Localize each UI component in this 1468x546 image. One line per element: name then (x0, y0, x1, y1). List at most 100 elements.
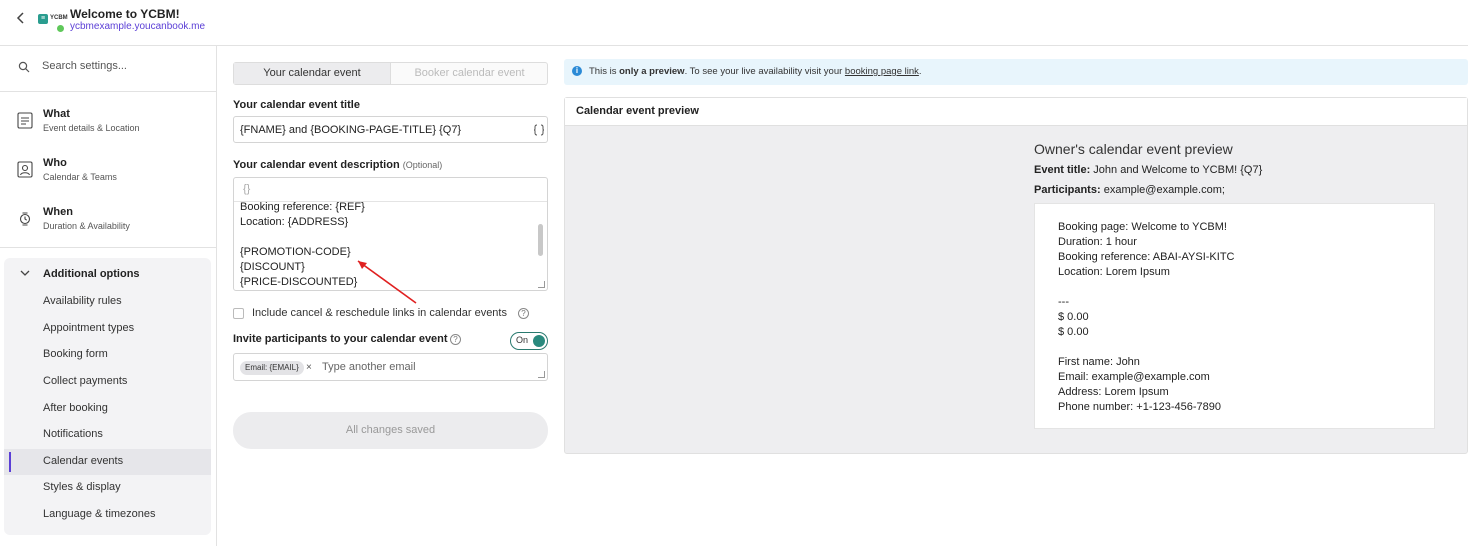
event-description-label: Your calendar event description (Optiona… (233, 159, 442, 171)
preview-header-title: Calendar event preview (576, 105, 699, 117)
event-title-preview-value: John and Welcome to YCBM! {Q7} (1093, 164, 1263, 176)
description-scrollbar[interactable] (538, 224, 543, 256)
sidebar-item-collect-payments[interactable]: Collect payments (4, 369, 211, 395)
preview-line: Booking page: Welcome to YCBM! (1058, 221, 1227, 233)
sidebar-item-label: After booking (43, 402, 108, 414)
description-line (240, 230, 530, 245)
sidebar-item-availability-rules[interactable]: Availability rules (4, 289, 211, 315)
preview-header: Calendar event preview (565, 98, 1467, 126)
top-bar: ≡ YCBM Welcome to YCBM! ycbmexample.youc… (0, 0, 1468, 46)
preview-line: Booking reference: ABAI-AYSI-KITC (1058, 251, 1235, 263)
cancel-links-checkbox[interactable] (233, 308, 244, 319)
sidebar-item-appointment-types[interactable]: Appointment types (4, 316, 211, 342)
sidebar-item-title: When (43, 206, 73, 218)
sidebar-item-label: Collect payments (43, 375, 128, 387)
help-icon[interactable]: ? (518, 308, 529, 319)
preview-line: Address: Lorem Ipsum (1058, 386, 1169, 398)
sidebar-item-calendar-events[interactable]: Calendar events (4, 449, 211, 475)
info-text: This is only a preview. To see your live… (589, 66, 922, 77)
event-title-label: Your calendar event title (233, 99, 360, 111)
sidebar: What Event details & Location Who Calend… (0, 46, 217, 546)
invite-participants-toggle[interactable]: On (510, 332, 548, 350)
booking-page-link[interactable]: booking page link (845, 66, 919, 77)
sidebar-item-label: Language & timezones (43, 508, 156, 520)
description-line: Booking reference: {REF} (240, 201, 365, 213)
calendar-event-preview: Calendar event preview Owner's calendar … (564, 97, 1468, 454)
event-title-line: Event title: John and Welcome to YCBM! {… (1034, 164, 1262, 176)
resize-handle-icon[interactable] (538, 281, 545, 288)
resize-handle-icon[interactable] (538, 371, 545, 378)
description-line: Location: {ADDRESS} (240, 216, 349, 228)
sidebar-item-label: Booking form (43, 348, 108, 360)
preview-description-lines: Booking page: Welcome to YCBM! Duration:… (1058, 220, 1234, 415)
sidebar-item-styles-display[interactable]: Styles & display (4, 475, 211, 501)
preview-line (1058, 280, 1234, 295)
sidebar-item-booking-form[interactable]: Booking form (4, 342, 211, 368)
email-chip: Email: {EMAIL} (240, 361, 304, 375)
additional-options-group: Additional options Availability rules Ap… (4, 258, 211, 535)
sidebar-item-subtitle: Calendar & Teams (43, 172, 117, 182)
sidebar-item-label: Availability rules (43, 295, 122, 307)
preview-line: Email: example@example.com (1058, 371, 1210, 383)
preview-line (1058, 340, 1234, 355)
invite-email-input[interactable] (322, 361, 522, 373)
owner-preview-title: Owner's calendar event preview (1034, 141, 1233, 157)
search-input[interactable] (42, 60, 202, 72)
preview-line: $ 0.00 (1058, 311, 1089, 323)
optional-tag: (Optional) (402, 160, 443, 170)
preview-line: $ 0.00 (1058, 326, 1089, 338)
participants-value: example@example.com; (1103, 184, 1225, 196)
cancel-links-label: Include cancel & reschedule links in cal… (252, 307, 507, 319)
variables-icon[interactable]: {} (243, 183, 250, 195)
event-title-field[interactable]: {FNAME} and {BOOKING-PAGE-TITLE} {Q7} (233, 116, 548, 143)
preview-line: First name: John (1058, 356, 1140, 368)
search-icon (18, 61, 30, 73)
tab-booker-calendar-event[interactable]: Booker calendar event (391, 63, 548, 84)
toggle-knob (533, 335, 545, 347)
info-prefix: This is (589, 66, 617, 77)
invite-participants-field[interactable]: Email: {EMAIL} × (233, 353, 548, 381)
save-button[interactable]: All changes saved (233, 412, 548, 449)
logo-text: YCBM (50, 15, 68, 21)
page-title: Welcome to YCBM! (70, 7, 180, 21)
sidebar-item-after-booking[interactable]: After booking (4, 396, 211, 422)
preview-info-banner: i This is only a preview. To see your li… (564, 59, 1468, 85)
sidebar-item-label: Appointment types (43, 322, 135, 334)
tab-your-calendar-event[interactable]: Your calendar event (234, 63, 391, 84)
main-nav: What Event details & Location Who Calend… (0, 93, 216, 248)
sidebar-item-label: Styles & display (43, 481, 121, 493)
back-arrow-icon[interactable] (14, 10, 28, 26)
event-title-value: {FNAME} and {BOOKING-PAGE-TITLE} {Q7} (240, 124, 462, 136)
sidebar-item-subtitle: Duration & Availability (43, 221, 130, 231)
participants-key: Participants: (1034, 184, 1101, 196)
sidebar-item-what[interactable]: What Event details & Location (0, 102, 216, 148)
info-icon: i (572, 66, 582, 76)
invite-participants-label: Invite participants to your calendar eve… (233, 333, 448, 345)
logo-mark-icon: ≡ (38, 14, 48, 24)
what-icon (17, 112, 33, 130)
sidebar-item-when[interactable]: When Duration & Availability (0, 200, 216, 246)
when-icon (17, 210, 33, 228)
booking-page-url[interactable]: ycbmexample.youcanbook.me (70, 21, 205, 32)
sidebar-item-notifications[interactable]: Notifications (4, 422, 211, 448)
annotation-arrow-icon (357, 260, 417, 304)
sidebar-item-language-timezones[interactable]: Language & timezones (4, 502, 211, 528)
info-suffix: . (918, 66, 922, 77)
event-description-label-text: Your calendar event description (233, 159, 400, 171)
sidebar-item-label: Notifications (43, 428, 103, 440)
info-middle: . To see your live availability visit yo… (684, 66, 843, 77)
variables-icon[interactable] (533, 124, 545, 139)
sidebar-item-title: What (43, 108, 70, 120)
event-tabs: Your calendar event Booker calendar even… (233, 62, 548, 85)
chevron-down-icon (20, 269, 30, 280)
event-description-preview-card: Booking page: Welcome to YCBM! Duration:… (1034, 203, 1435, 429)
remove-chip-icon[interactable]: × (306, 361, 312, 375)
additional-options-toggle[interactable]: Additional options (4, 258, 211, 290)
sidebar-item-subtitle: Event details & Location (43, 123, 140, 133)
sidebar-item-who[interactable]: Who Calendar & Teams (0, 151, 216, 197)
preview-line: Location: Lorem Ipsum (1058, 266, 1170, 278)
help-icon[interactable]: ? (450, 334, 461, 345)
cancel-links-row: Include cancel & reschedule links in cal… (233, 307, 548, 323)
toggle-state-label: On (516, 335, 529, 345)
description-toolbar: {} (234, 178, 547, 202)
